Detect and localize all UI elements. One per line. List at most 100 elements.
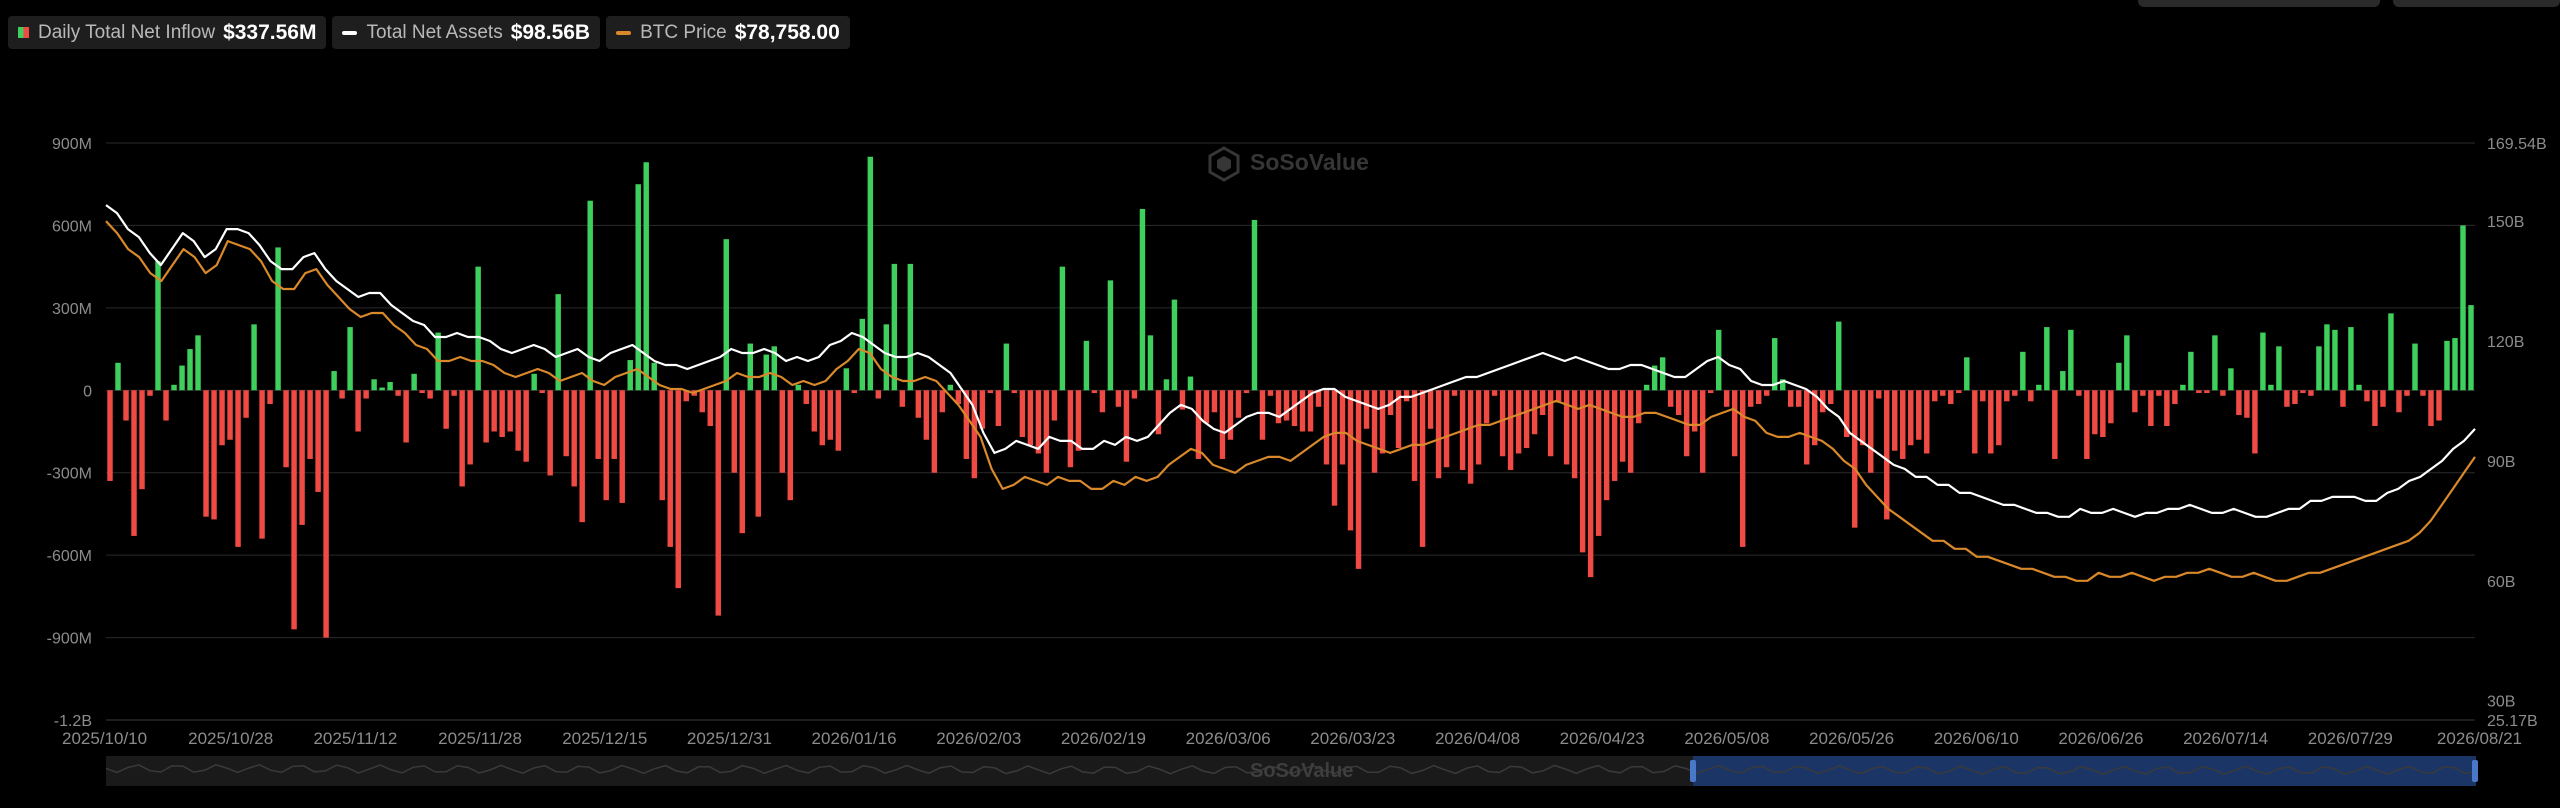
inflow-bar[interactable] (2180, 384, 2186, 391)
inflow-bar[interactable] (1828, 390, 1834, 405)
inflow-bar[interactable] (187, 349, 193, 391)
navigator-handle-right[interactable] (2472, 760, 2478, 782)
inflow-bar[interactable] (1347, 390, 1354, 531)
inflow-bar[interactable] (2092, 390, 2098, 435)
inflow-bar[interactable] (1924, 390, 1930, 454)
inflow-bar[interactable] (1107, 280, 1114, 391)
inflow-bar[interactable] (2300, 390, 2306, 394)
inflow-bar[interactable] (1243, 390, 1250, 394)
inflow-bar[interactable] (1475, 390, 1482, 465)
inflow-bar[interactable] (707, 390, 713, 427)
inflow-bar[interactable] (1571, 390, 1578, 479)
inflow-bar[interactable] (1916, 390, 1922, 440)
inflow-bar[interactable] (667, 390, 673, 547)
inflow-bar[interactable] (1195, 390, 1202, 459)
inflow-bar[interactable] (899, 390, 906, 407)
inflow-bar[interactable] (1339, 390, 1346, 465)
inflow-bar[interactable] (1595, 390, 1602, 536)
inflow-bar[interactable] (1940, 390, 1946, 396)
inflow-bar[interactable] (483, 390, 489, 443)
inflow-bar[interactable] (459, 390, 465, 487)
inflow-bar[interactable] (1219, 390, 1226, 459)
inflow-bar[interactable] (619, 390, 625, 503)
inflow-bar[interactable] (547, 390, 553, 476)
inflow-bar[interactable] (1483, 390, 1490, 424)
navigator-selection[interactable] (1693, 756, 2476, 786)
inflow-bar[interactable] (1115, 390, 1122, 407)
inflow-bar[interactable] (171, 384, 177, 391)
inflow-bar[interactable] (1507, 390, 1514, 470)
inflow-bar[interactable] (2204, 390, 2210, 394)
inflow-bar[interactable] (1860, 390, 1866, 446)
inflow-bar[interactable] (323, 390, 329, 638)
inflow-bar[interactable] (291, 390, 297, 630)
inflow-bar[interactable] (1619, 390, 1626, 462)
inflow-bar[interactable] (1403, 390, 1410, 402)
inflow-bar[interactable] (739, 390, 745, 534)
inflow-bar[interactable] (1283, 390, 1290, 421)
inflow-bar[interactable] (2236, 390, 2242, 416)
inflow-bar[interactable] (1667, 390, 1674, 407)
inflow-bar[interactable] (563, 390, 569, 457)
inflow-bar[interactable] (2148, 390, 2154, 427)
inflow-bar[interactable] (835, 390, 842, 451)
inflow-bar[interactable] (123, 390, 129, 421)
inflow-bar[interactable] (2004, 390, 2010, 402)
inflow-bar[interactable] (211, 390, 217, 520)
inflow-bar[interactable] (219, 390, 225, 446)
inflow-bar[interactable] (363, 390, 369, 399)
inflow-bar[interactable] (331, 371, 337, 391)
inflow-bar[interactable] (2196, 390, 2202, 394)
inflow-bar[interactable] (107, 390, 113, 481)
inflow-bar[interactable] (1795, 390, 1802, 407)
inflow-bar[interactable] (1547, 390, 1554, 457)
inflow-bar[interactable] (2428, 390, 2434, 427)
inflow-bar[interactable] (1035, 390, 1042, 454)
inflow-bar[interactable] (2308, 390, 2314, 396)
inflow-bar[interactable] (523, 390, 529, 462)
inflow-bar[interactable] (2132, 390, 2138, 413)
inflow-bar[interactable] (659, 390, 665, 501)
inflow-bar[interactable] (2244, 390, 2250, 418)
inflow-bar[interactable] (2076, 390, 2082, 396)
inflow-bar[interactable] (1499, 390, 1506, 457)
inflow-bar[interactable] (227, 390, 233, 440)
inflow-bar[interactable] (1355, 390, 1362, 569)
inflow-bar[interactable] (1123, 390, 1130, 462)
inflow-bar[interactable] (1003, 343, 1010, 391)
inflow-bar[interactable] (2084, 390, 2090, 459)
inflow-bar[interactable] (1043, 390, 1050, 473)
inflow-bar[interactable] (1011, 390, 1018, 394)
inflow-bar[interactable] (1419, 390, 1426, 547)
inflow-bar[interactable] (2188, 351, 2194, 391)
inflow-bar[interactable] (139, 390, 145, 490)
inflow-bar[interactable] (1539, 390, 1546, 416)
inflow-bar[interactable] (859, 318, 866, 391)
inflow-bar[interactable] (1227, 390, 1234, 440)
inflow-bar[interactable] (1187, 376, 1194, 391)
inflow-bar[interactable] (1948, 390, 1954, 405)
inflow-bar[interactable] (2316, 346, 2322, 391)
inflow-bar[interactable] (419, 390, 425, 394)
inflow-bar[interactable] (715, 390, 721, 616)
inflow-bar[interactable] (923, 390, 930, 440)
inflow-bar[interactable] (2396, 390, 2402, 413)
inflow-bar[interactable] (451, 390, 457, 396)
inflow-bar[interactable] (907, 263, 914, 391)
inflow-bar[interactable] (283, 390, 289, 468)
inflow-bar[interactable] (571, 390, 577, 487)
inflow-bar[interactable] (1251, 219, 1258, 391)
inflow-bar[interactable] (763, 354, 769, 391)
inflow-bar[interactable] (467, 390, 473, 465)
inflow-bar[interactable] (1964, 357, 1970, 391)
inflow-bar[interactable] (1932, 390, 1938, 402)
inflow-bar[interactable] (1091, 390, 1098, 394)
inflow-bar[interactable] (411, 373, 417, 391)
inflow-bar[interactable] (851, 390, 858, 394)
inflow-bar[interactable] (2068, 329, 2074, 391)
inflow-bar[interactable] (651, 362, 657, 391)
inflow-bar[interactable] (531, 373, 537, 391)
inflow-bar[interactable] (2356, 384, 2362, 391)
inflow-bar[interactable] (1163, 379, 1170, 391)
inflow-bar[interactable] (1067, 390, 1074, 468)
